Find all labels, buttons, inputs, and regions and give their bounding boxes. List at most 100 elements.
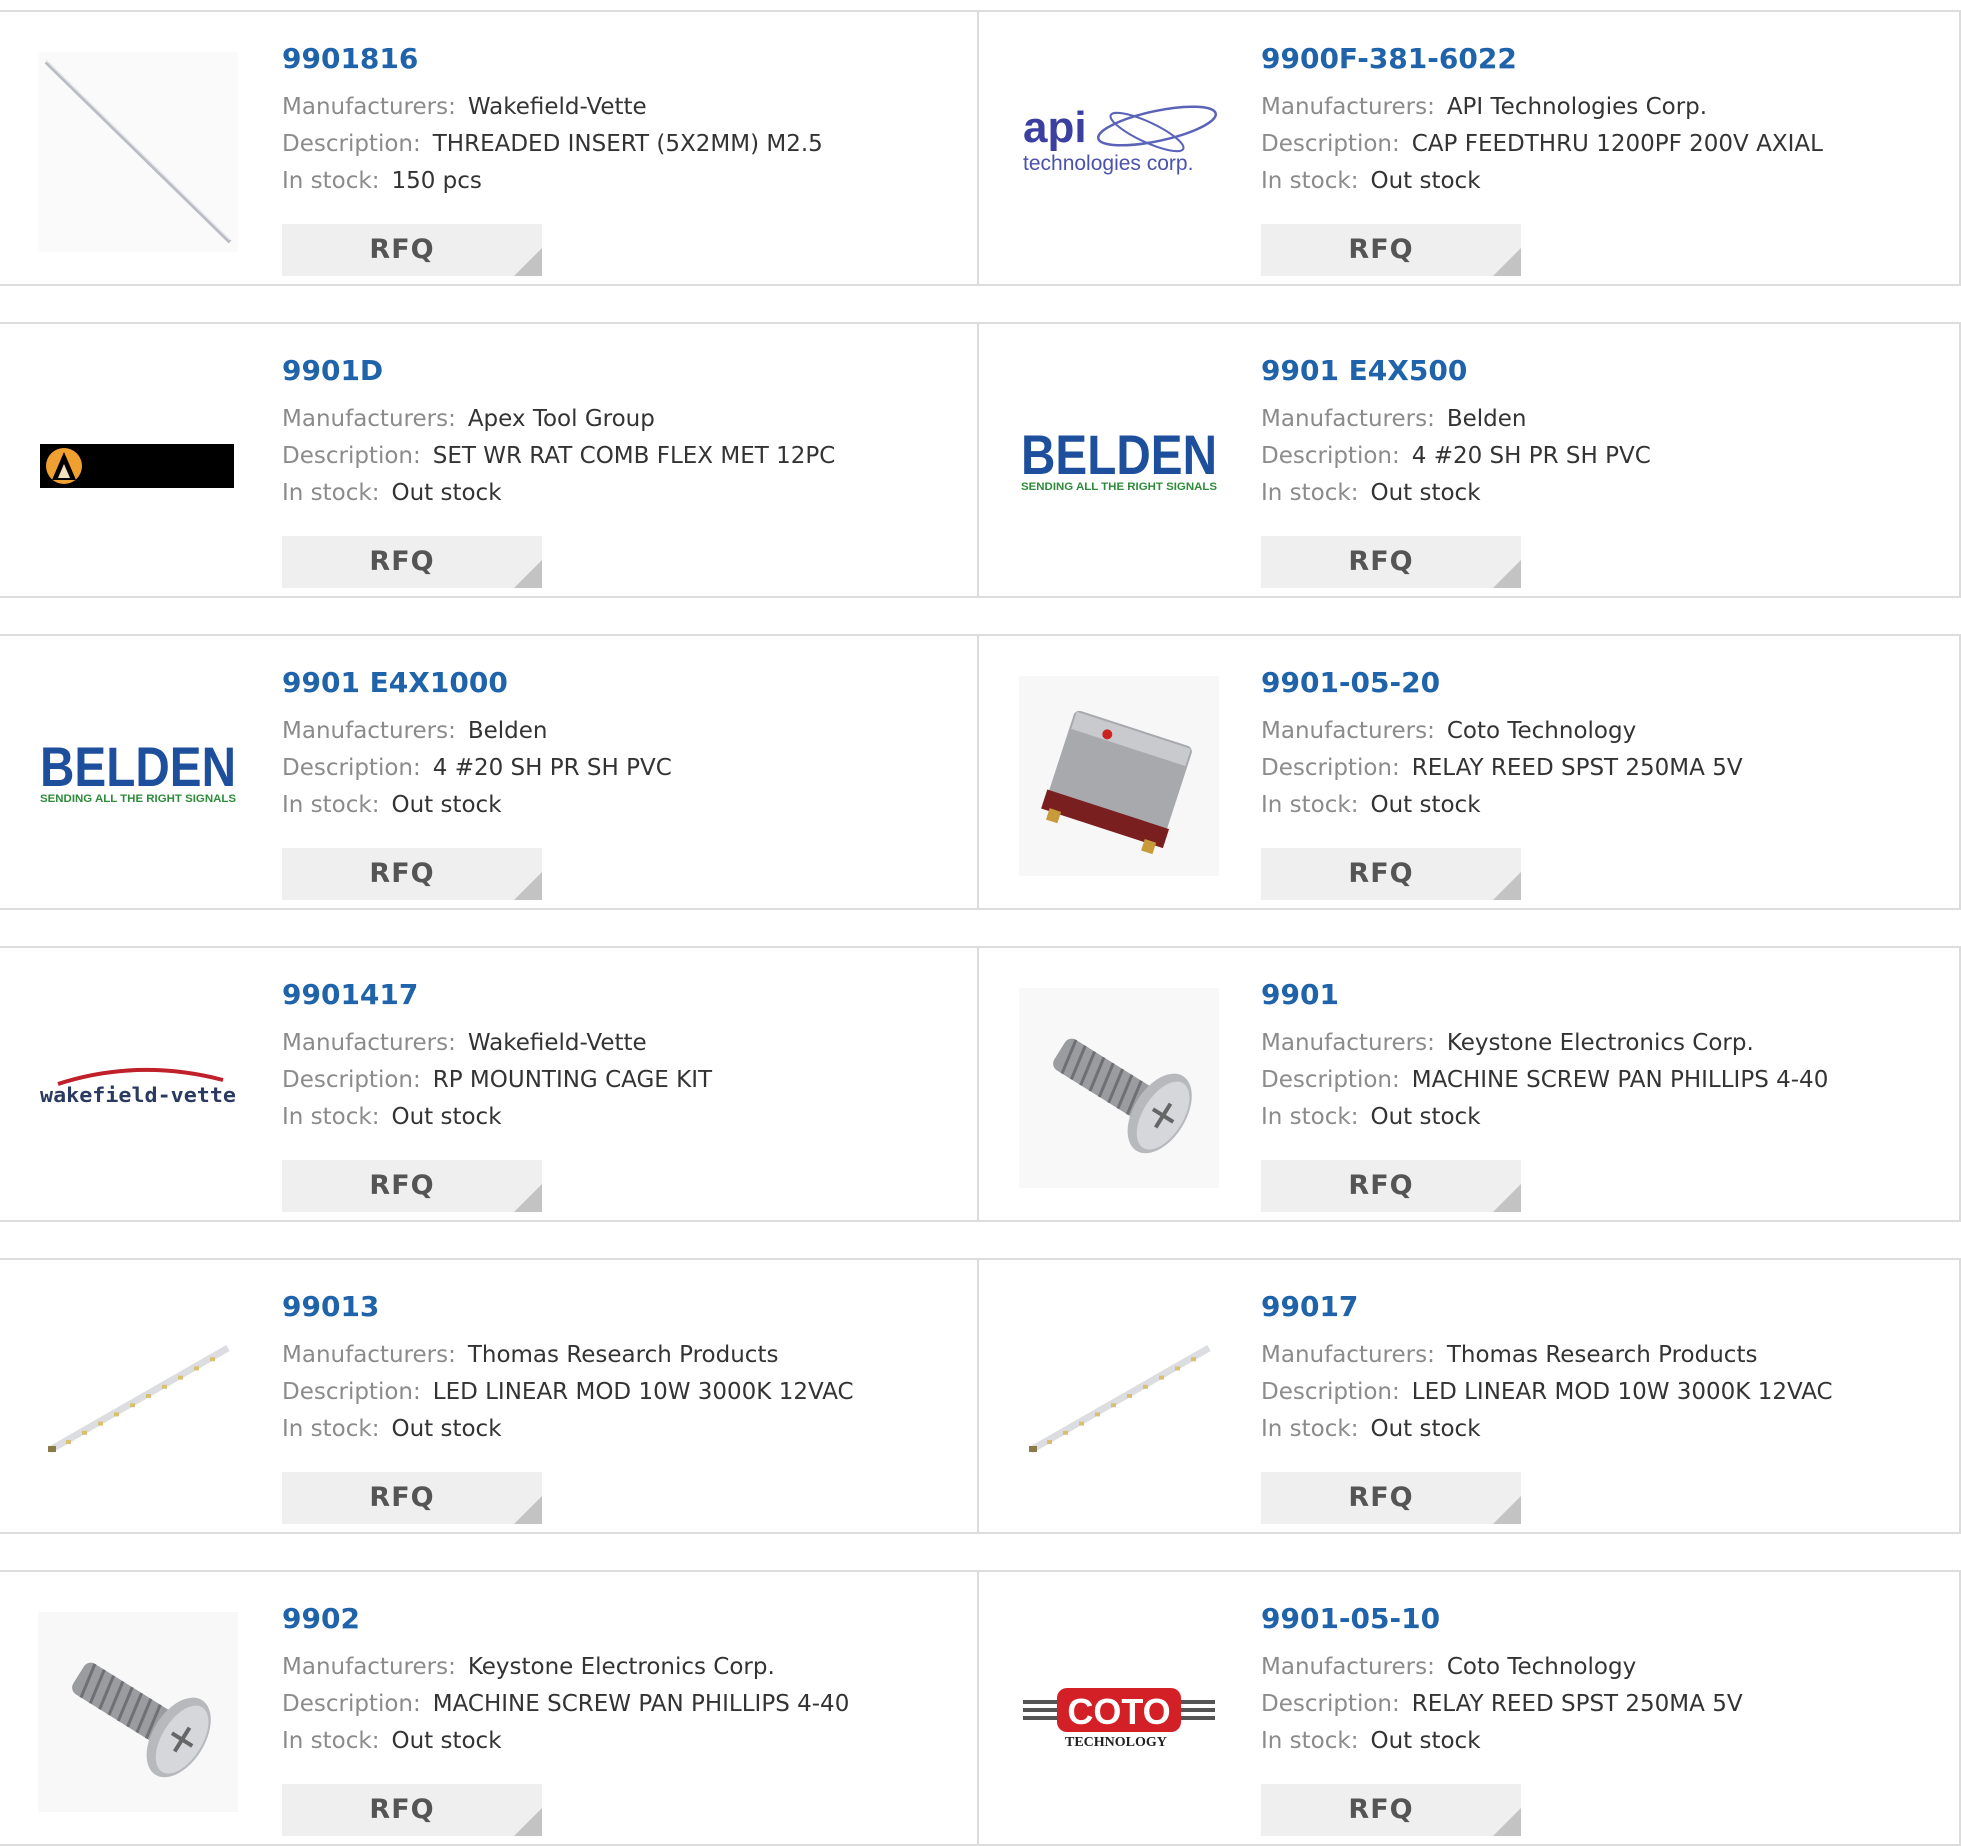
description-label: Description: xyxy=(282,1379,421,1405)
belden-logo[interactable]: BELDEN SENDING ALL THE RIGHT SIGNALS xyxy=(1019,364,1219,564)
manufacturers-label: Manufacturers: xyxy=(282,1654,456,1680)
svg-text:wakefield-vette: wakefield-vette xyxy=(40,1083,236,1107)
description-label: Description: xyxy=(1261,1067,1400,1093)
description-label: Description: xyxy=(1261,755,1400,781)
description-line: Description: SET WR RAT COMB FLEX MET 12P… xyxy=(282,438,957,475)
description-value: RELAY REED SPST 250MA 5V xyxy=(1411,1691,1743,1717)
product-card: BELDEN SENDING ALL THE RIGHT SIGNALS 9901… xyxy=(0,634,979,910)
relay-image[interactable] xyxy=(1019,676,1219,876)
rfq-button[interactable]: RFQ xyxy=(282,536,542,588)
rfq-label: RFQ xyxy=(369,1170,435,1201)
screw-image[interactable] xyxy=(38,1612,238,1812)
coto-logo[interactable]: COTO TECHNOLOGY xyxy=(1019,1612,1219,1812)
rfq-button[interactable]: RFQ xyxy=(1261,1160,1521,1212)
stock-value: Out stock xyxy=(1370,1728,1481,1754)
in-stock-label: In stock: xyxy=(1261,1416,1359,1442)
manufacturer-value: Belden xyxy=(1446,406,1527,432)
svg-text:SENDING ALL THE RIGHT SIGNALS: SENDING ALL THE RIGHT SIGNALS xyxy=(1021,481,1217,493)
threaded-rod-image[interactable] xyxy=(38,52,238,252)
part-number-link[interactable]: 9901 E4X500 xyxy=(1261,354,1939,387)
product-row: 9902 Manufacturers: Keystone Electronics … xyxy=(0,1570,1961,1846)
in-stock-label: In stock: xyxy=(1261,1728,1359,1754)
manufacturers-label: Manufacturers: xyxy=(1261,718,1435,744)
in-stock-label: In stock: xyxy=(282,1104,380,1130)
part-number-link[interactable]: 9901D xyxy=(282,354,957,387)
part-number-link[interactable]: 9901 E4X1000 xyxy=(282,666,957,699)
rfq-button[interactable]: RFQ xyxy=(1261,848,1521,900)
product-info: 9901417 Manufacturers: Wakefield-Vette De… xyxy=(282,978,957,1212)
description-value: MACHINE SCREW PAN PHILLIPS 4-40 xyxy=(1411,1067,1829,1093)
rfq-button[interactable]: RFQ xyxy=(282,224,542,276)
manufacturer-line: Manufacturers: Thomas Research Products xyxy=(282,1337,957,1374)
stock-value: Out stock xyxy=(391,792,502,818)
apex-logo[interactable] xyxy=(38,364,238,564)
description-label: Description: xyxy=(282,131,421,157)
manufacturers-label: Manufacturers: xyxy=(1261,1030,1435,1056)
rfq-button[interactable]: RFQ xyxy=(282,1784,542,1836)
manufacturer-line: Manufacturers: Keystone Electronics Corp. xyxy=(1261,1025,1939,1062)
part-number-link[interactable]: 9901 xyxy=(1261,978,1939,1011)
rfq-button[interactable]: RFQ xyxy=(282,1472,542,1524)
part-number-link[interactable]: 9901-05-10 xyxy=(1261,1602,1939,1635)
rfq-button[interactable]: RFQ xyxy=(1261,1784,1521,1836)
stock-value: Out stock xyxy=(1370,1104,1481,1130)
part-number-link[interactable]: 99017 xyxy=(1261,1290,1939,1323)
part-number-link[interactable]: 9900F-381-6022 xyxy=(1261,42,1939,75)
rfq-label: RFQ xyxy=(369,234,435,265)
belden-logo[interactable]: BELDEN SENDING ALL THE RIGHT SIGNALS xyxy=(38,676,238,876)
rfq-label: RFQ xyxy=(1348,1170,1414,1201)
part-number-link[interactable]: 9901-05-20 xyxy=(1261,666,1939,699)
rfq-button[interactable]: RFQ xyxy=(282,1160,542,1212)
product-card: 99013 Manufacturers: Thomas Research Prod… xyxy=(0,1258,979,1534)
description-label: Description: xyxy=(1261,131,1400,157)
description-line: Description: CAP FEEDTHRU 1200PF 200V AXI… xyxy=(1261,126,1939,163)
led-strip-image[interactable] xyxy=(1019,1300,1219,1500)
part-number-link[interactable]: 9901816 xyxy=(282,42,957,75)
product-info: 9900F-381-6022 Manufacturers: API Technol… xyxy=(1261,42,1939,276)
manufacturers-label: Manufacturers: xyxy=(282,1030,456,1056)
part-number-link[interactable]: 9901417 xyxy=(282,978,957,1011)
stock-line: In stock: Out stock xyxy=(282,1723,957,1760)
manufacturer-line: Manufacturers: Belden xyxy=(282,713,957,750)
product-info: 9901 Manufacturers: Keystone Electronics … xyxy=(1261,978,1939,1212)
api-logo[interactable]: api technologies corp. xyxy=(1019,52,1219,252)
manufacturers-label: Manufacturers: xyxy=(282,94,456,120)
description-value: 4 #20 SH PR SH PVC xyxy=(432,755,672,781)
description-line: Description: RELAY REED SPST 250MA 5V xyxy=(1261,1686,1939,1723)
stock-line: In stock: Out stock xyxy=(1261,1723,1939,1760)
part-number-link[interactable]: 9902 xyxy=(282,1602,957,1635)
product-info: 9901 E4X1000 Manufacturers: Belden Descri… xyxy=(282,666,957,900)
rfq-button[interactable]: RFQ xyxy=(1261,224,1521,276)
stock-line: In stock: Out stock xyxy=(1261,1411,1939,1448)
manufacturer-line: Manufacturers: Coto Technology xyxy=(1261,1649,1939,1686)
description-line: Description: THREADED INSERT (5X2MM) M2.5 xyxy=(282,126,957,163)
led-strip-image[interactable] xyxy=(38,1300,238,1500)
part-number-link[interactable]: 99013 xyxy=(282,1290,957,1323)
in-stock-label: In stock: xyxy=(282,168,380,194)
rfq-button[interactable]: RFQ xyxy=(1261,536,1521,588)
rfq-button[interactable]: RFQ xyxy=(1261,1472,1521,1524)
stock-value: Out stock xyxy=(1370,792,1481,818)
rfq-label: RFQ xyxy=(1348,1794,1414,1825)
manufacturers-label: Manufacturers: xyxy=(282,1342,456,1368)
logo-text: api xyxy=(1023,103,1087,152)
svg-text:COTO: COTO xyxy=(1067,1691,1170,1732)
description-value: SET WR RAT COMB FLEX MET 12PC xyxy=(432,443,836,469)
screw-image[interactable] xyxy=(1019,988,1219,1188)
description-line: Description: RELAY REED SPST 250MA 5V xyxy=(1261,750,1939,787)
description-label: Description: xyxy=(1261,1691,1400,1717)
product-row: 99013 Manufacturers: Thomas Research Prod… xyxy=(0,1258,1961,1534)
wakefield-logo[interactable]: wakefield-vette xyxy=(38,988,238,1188)
rfq-button[interactable]: RFQ xyxy=(282,848,542,900)
description-line: Description: MACHINE SCREW PAN PHILLIPS 4… xyxy=(1261,1062,1939,1099)
manufacturer-value: Thomas Research Products xyxy=(467,1342,779,1368)
stock-value: 150 pcs xyxy=(391,168,482,194)
manufacturer-line: Manufacturers: Coto Technology xyxy=(1261,713,1939,750)
rfq-label: RFQ xyxy=(1348,546,1414,577)
description-line: Description: 4 #20 SH PR SH PVC xyxy=(1261,438,1939,475)
manufacturer-line: Manufacturers: Keystone Electronics Corp. xyxy=(282,1649,957,1686)
product-card: 9901-05-20 Manufacturers: Coto Technology… xyxy=(977,634,1961,910)
stock-line: In stock: Out stock xyxy=(282,475,957,512)
rfq-label: RFQ xyxy=(369,1794,435,1825)
product-row: wakefield-vette 9901417 Manufacturers: Wa… xyxy=(0,946,1961,1222)
